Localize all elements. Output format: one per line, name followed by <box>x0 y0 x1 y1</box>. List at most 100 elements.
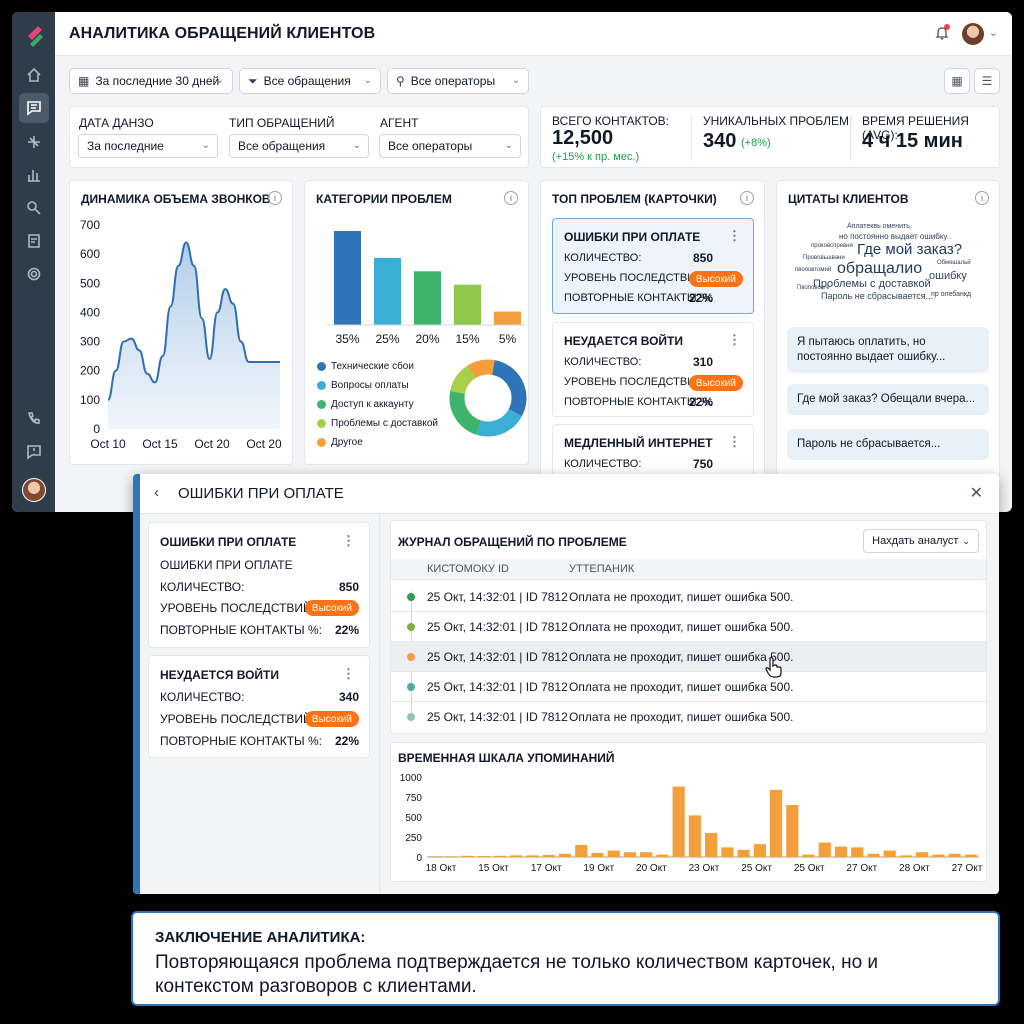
x-tick-label: 19 Окт <box>583 863 614 874</box>
count-label: КОЛИЧЕСТВО: <box>564 356 642 368</box>
bar-chart-icon[interactable] <box>19 160 49 190</box>
count-label: КОЛИЧЕСТВО: <box>160 580 245 594</box>
more-icon[interactable]: ⋮ <box>342 666 355 682</box>
table-row[interactable]: 25 Окт, 14:32:01 | ID 7812 Оплата не прох… <box>391 582 986 612</box>
alert-icon[interactable] <box>19 437 49 467</box>
problem-card-title: НЕУДАЕТСЯ ВОЙТИ <box>160 668 279 682</box>
y-tick-label: 0 <box>416 853 422 864</box>
y-tick-label: 750 <box>405 793 422 804</box>
chevron-left-icon[interactable]: ‹ <box>154 484 159 501</box>
requests-filter[interactable]: ⏷ Все обращения ⌄ <box>239 68 381 94</box>
period-filter-label: За последние 30 дней <box>95 74 220 88</box>
repeat-value: 22% <box>334 623 359 637</box>
find-analyst-button[interactable]: Нахдать аналуст ⌄ <box>863 529 979 553</box>
mentions-timeline-chart: 0 250 500 750 1000 18 Окт 15 Окт 17 Окт 19 Окт 20… <box>400 773 983 874</box>
problem-card-payment[interactable]: ОШИБКИ ПРИ ОПЛАТЕ ⋮ КОЛИЧЕСТВО: 850 УРОВ… <box>552 218 754 314</box>
agent-select[interactable]: Все операторы ⌄ <box>379 134 521 158</box>
more-icon[interactable]: ⋮ <box>342 533 355 549</box>
gear-icon[interactable] <box>19 259 49 289</box>
filter-panel: ДАТА ДАНЗО За последние ⌄ ТИП ОБРАЩЕНИЙ В… <box>69 106 529 168</box>
list-view-icon[interactable]: ☰ <box>974 68 1000 94</box>
chat-icon[interactable] <box>19 93 49 123</box>
home-icon[interactable] <box>19 60 49 90</box>
grid-view-icon[interactable]: ▦ <box>944 68 970 94</box>
bar <box>818 842 831 857</box>
info-icon[interactable]: i <box>975 191 989 205</box>
table-row[interactable]: 25 Окт, 14:32:01 | ID 7812 Оплата не прох… <box>391 612 986 642</box>
more-icon[interactable]: ⋮ <box>728 228 741 244</box>
date-label: ДАТА ДАНЗО <box>79 116 154 130</box>
top-bar: АНАЛИТИКА ОБРАЩЕНИЙ КЛИЕНТОВ ⌄ <box>55 12 1012 56</box>
count-value: 340 <box>338 690 359 704</box>
more-icon[interactable]: ⋮ <box>728 332 741 348</box>
quote-bubble: Пароль не сбрасывается... <box>787 429 989 460</box>
search-users-icon[interactable] <box>19 193 49 223</box>
cloud-word: Пароль не сбрасывается... <box>821 291 934 301</box>
impact-label: УРОВЕНЬ ПОСЛЕДСТВИЙ: <box>564 376 707 388</box>
y-tick-label: 250 <box>405 833 422 844</box>
bar <box>607 850 620 857</box>
bar <box>623 852 637 857</box>
conclusion-text: Повторяющаяся проблема подтверждается не… <box>155 952 879 997</box>
type-select[interactable]: Все обращения ⌄ <box>229 134 369 158</box>
info-icon[interactable]: i <box>740 191 754 205</box>
user-avatar[interactable] <box>962 23 984 45</box>
phone-icon[interactable] <box>19 403 49 433</box>
column-header: УТТЕПАНИК <box>569 563 635 575</box>
table-row[interactable]: 25 Окт, 14:32:01 | ID 7812 Оплата не прох… <box>391 672 986 702</box>
problem-card-login[interactable]: НЕУДАЕТСЯ ВОЙТИ ⋮ КОЛИЧЕСТВО: 310 УРОВЕН… <box>552 322 754 417</box>
bar <box>948 853 961 857</box>
bar <box>705 833 718 857</box>
legend-item: Технические сбои <box>317 361 414 372</box>
report-icon[interactable] <box>19 226 49 256</box>
requests-filter-label: Все обращения <box>263 74 351 88</box>
count-label: КОЛИЧЕСТВО: <box>160 690 245 704</box>
more-icon[interactable]: ⋮ <box>728 434 741 450</box>
table-row[interactable]: 25 Окт, 14:32:01 | ID 7812 Оплата не прох… <box>391 642 986 672</box>
date-select[interactable]: За последние ⌄ <box>78 134 218 158</box>
y-tick-label: 500 <box>80 276 100 290</box>
y-tick-label: 1000 <box>400 773 423 784</box>
x-tick-label: Oct 20 <box>194 437 230 451</box>
bar <box>769 789 783 857</box>
bar <box>883 850 896 857</box>
problem-card-payment[interactable]: ОШИБКИ ПРИ ОПЛАТЕ ⋮ ОШИБКИ ПРИ ОПЛАТЕ КО… <box>148 522 370 648</box>
bar <box>429 856 442 857</box>
y-tick-label: 600 <box>80 247 100 261</box>
bar <box>510 855 523 857</box>
chevron-down-icon[interactable]: ⌄ <box>989 26 998 39</box>
row-text: Оплата не проходит, пишет ошибка 500. <box>569 650 794 664</box>
bar <box>493 855 507 857</box>
bar <box>672 786 685 857</box>
bar-label: 25% <box>375 332 399 346</box>
period-filter[interactable]: ▦ За последние 30 дней ⌄ <box>69 68 233 94</box>
bar <box>454 284 481 325</box>
x-tick-label: Oct 10 <box>90 437 126 451</box>
x-tick-label: 20 Окт <box>636 863 667 874</box>
status-dot <box>407 683 415 691</box>
bar <box>414 271 441 325</box>
table-row[interactable]: 25 Окт, 14:32:01 | ID 7812 Оплата не прох… <box>391 702 986 732</box>
row-id: 25 Окт, 14:32:01 | ID 7812 <box>427 620 568 634</box>
legend-label: Проблемы с доставкой <box>331 418 438 429</box>
avatar[interactable] <box>22 478 46 502</box>
status-badge: Высокий <box>304 711 359 727</box>
operators-filter[interactable]: ⚲ Все операторы ⌄ <box>387 68 529 94</box>
notification-dot <box>944 24 950 30</box>
unique-problems-label: УНИКАЛЬНЫХ ПРОБЛЕМ: <box>703 114 853 128</box>
status-dot <box>407 653 415 661</box>
bar <box>786 805 799 857</box>
network-icon[interactable] <box>19 127 49 157</box>
cloud-word: ошибку <box>929 270 967 282</box>
close-icon[interactable]: ✕ <box>970 483 983 503</box>
hand-cursor-icon <box>765 657 782 678</box>
customer-quotes-card: ЦИТАТЫ КЛИЕНТОВ i Аплатеквь оменить, но … <box>776 180 1000 480</box>
bar <box>445 856 458 857</box>
cloud-word: проковспревня <box>811 243 853 249</box>
problem-card-login[interactable]: НЕУДАЕТСЯ ВОЙТИ ⋮ КОЛИЧЕСТВО: 340 УРОВЕН… <box>148 655 370 758</box>
unique-problems-delta: (+8%) <box>741 137 771 149</box>
legend-label: Вопросы оплаты <box>331 380 409 391</box>
bar <box>575 845 588 857</box>
operators-filter-label: Все операторы <box>410 74 496 88</box>
legend-label: Доступ к аккаунту <box>331 399 414 410</box>
